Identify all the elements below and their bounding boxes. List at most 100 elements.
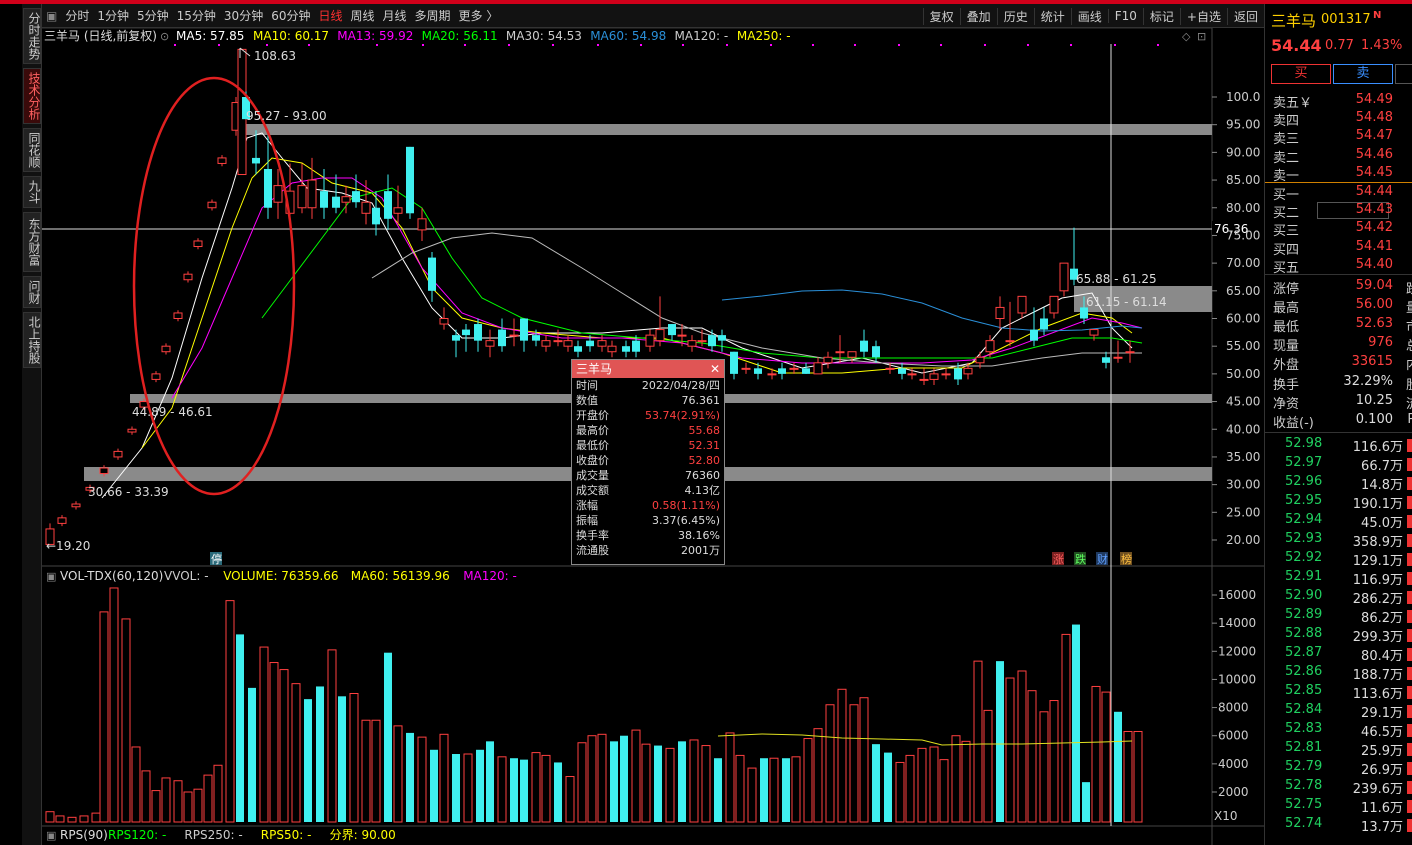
popup-row-value: 3.37(6.45%) bbox=[651, 514, 720, 527]
candle-body bbox=[207, 201, 217, 209]
vtab-technical[interactable]: 技术分析 bbox=[23, 68, 41, 124]
ask-row-label: 卖一 bbox=[1273, 168, 1300, 184]
candle-body bbox=[406, 146, 414, 214]
candle-body bbox=[632, 340, 640, 352]
f10-button[interactable]: F10 bbox=[1107, 9, 1143, 23]
mark-rank[interactable]: 榜 bbox=[1121, 552, 1132, 566]
vol-tick-label: 6000 bbox=[1218, 729, 1249, 743]
stat-row-value: 976 bbox=[1368, 335, 1393, 350]
signal-dot bbox=[508, 44, 510, 46]
bid-row: 买三 54.42 bbox=[1271, 220, 1411, 239]
period-more[interactable]: 更多 〉 bbox=[455, 7, 503, 24]
adjust-button[interactable]: 复权 bbox=[922, 7, 960, 25]
period-daily[interactable]: 日线 bbox=[314, 7, 346, 24]
stat-row-label: 外盘 bbox=[1273, 358, 1300, 373]
toolbar-right-group: 复权 叠加 历史 统计 画线 F10 标记 +自选 返回 bbox=[922, 4, 1264, 28]
vol-tick-label: 16000 bbox=[1218, 588, 1256, 602]
vol-bar bbox=[269, 662, 279, 823]
buy-button[interactable]: 买 bbox=[1271, 64, 1331, 84]
ma-label: MA120: - bbox=[675, 29, 729, 43]
tick-bar bbox=[1407, 534, 1412, 547]
add-watchlist-button[interactable]: +自选 bbox=[1179, 7, 1227, 25]
close-icon[interactable]: ✕ bbox=[710, 360, 720, 378]
stats-button[interactable]: 统计 bbox=[1033, 7, 1071, 25]
vol-bar bbox=[67, 816, 77, 823]
stat2-row-extra: 股 bbox=[1406, 374, 1412, 393]
signal-dot bbox=[1070, 44, 1072, 46]
vtab-northbound[interactable]: 北上持股 bbox=[23, 312, 41, 368]
vol-bar bbox=[213, 764, 223, 823]
stock-name: 三羊马 bbox=[1271, 12, 1317, 30]
tick-row: 52.75 11.6万 bbox=[1279, 797, 1412, 816]
tick-price: 52.81 bbox=[1285, 740, 1323, 755]
period-1min[interactable]: 1分钟 bbox=[93, 7, 133, 24]
chart-options-icon[interactable]: ⊙ bbox=[160, 30, 169, 43]
vtab-eastmoney[interactable]: 东方财富 bbox=[23, 212, 41, 272]
new-stock-tag: N bbox=[1373, 10, 1382, 21]
period-15min[interactable]: 15分钟 bbox=[173, 7, 220, 24]
tick-price: 52.87 bbox=[1285, 645, 1323, 660]
tick-price: 52.88 bbox=[1285, 626, 1323, 641]
vol-bar bbox=[452, 754, 460, 822]
ask-row-value: 54.49 bbox=[1355, 92, 1393, 107]
stat2-row-value: 32.29% bbox=[1343, 374, 1393, 389]
vol-options-icon[interactable]: ▣ bbox=[46, 570, 56, 583]
vtab-tonghuashun[interactable]: 同花顺 bbox=[23, 128, 41, 172]
sell-button[interactable]: 卖 bbox=[1333, 64, 1393, 84]
info-popup[interactable]: 三羊马 ✕ 时间 2022/04/28/四 数值 76.361 开盘价 53.74(2.9… bbox=[571, 359, 725, 565]
vol-bar bbox=[279, 669, 289, 823]
vol-bar bbox=[895, 761, 905, 823]
candle-body bbox=[823, 356, 833, 364]
candle-body bbox=[1089, 329, 1099, 336]
period-30min[interactable]: 30分钟 bbox=[220, 7, 267, 24]
tick-volume: 190.1万 bbox=[1352, 497, 1403, 512]
vtab-wencai[interactable]: 问财 bbox=[23, 276, 41, 308]
tick-volume: 29.1万 bbox=[1361, 706, 1403, 721]
history-button[interactable]: 历史 bbox=[996, 7, 1034, 25]
toolbar-grip-icon[interactable]: ▣ bbox=[42, 9, 61, 23]
y-tick-label: 80.00 bbox=[1226, 201, 1260, 215]
tick-volume: 116.6万 bbox=[1352, 440, 1403, 455]
zone-band-top bbox=[243, 124, 1212, 135]
popup-row: 开盘价 53.74(2.91%) bbox=[572, 408, 724, 423]
candle-body bbox=[985, 340, 995, 353]
popup-row-value: 0.58(1.11%) bbox=[651, 499, 720, 512]
period-5min[interactable]: 5分钟 bbox=[133, 7, 173, 24]
vol-bar bbox=[813, 728, 823, 823]
mark-fin[interactable]: 财 bbox=[1097, 552, 1108, 566]
vol-bar bbox=[349, 693, 359, 823]
signal-dot bbox=[770, 44, 772, 46]
mark-down[interactable]: 跌 bbox=[1075, 552, 1086, 566]
diamond-icon[interactable]: ◇ bbox=[1182, 30, 1191, 43]
y-tick-label: 90.00 bbox=[1226, 145, 1260, 159]
vol-bar bbox=[620, 735, 628, 822]
vol-bar bbox=[905, 754, 915, 823]
vtab-timeshare[interactable]: 分时走势 bbox=[23, 8, 41, 64]
popup-row-value: 4.13亿 bbox=[684, 484, 721, 497]
vol-bar bbox=[1082, 782, 1090, 822]
stat-row: 外盘 33615 内 bbox=[1271, 354, 1412, 373]
back-button[interactable]: 返回 bbox=[1226, 7, 1264, 25]
period-60min[interactable]: 60分钟 bbox=[267, 7, 314, 24]
period-fenshi[interactable]: 分时 bbox=[61, 7, 93, 24]
mark-button[interactable]: 标记 bbox=[1142, 7, 1180, 25]
rps-options-icon[interactable]: ▣ bbox=[46, 829, 56, 842]
mark-up[interactable]: 涨 bbox=[1053, 553, 1064, 566]
period-multi[interactable]: 多周期 bbox=[411, 7, 455, 24]
signal-dot bbox=[376, 44, 378, 46]
tick-bar bbox=[1407, 572, 1412, 585]
ask-row: 卖三 54.47 bbox=[1271, 128, 1411, 147]
overlay-button[interactable]: 叠加 bbox=[959, 7, 997, 25]
candle-body bbox=[509, 334, 519, 337]
tick-row: 52.88 299.3万 bbox=[1279, 626, 1412, 645]
vtab-jiudou[interactable]: 九斗 bbox=[23, 176, 41, 208]
period-monthly[interactable]: 月线 bbox=[379, 7, 411, 24]
extra-button[interactable] bbox=[1395, 64, 1412, 84]
draw-button[interactable]: 画线 bbox=[1070, 7, 1108, 25]
y-tick-label: 60.00 bbox=[1226, 312, 1260, 326]
period-weekly[interactable]: 周线 bbox=[347, 7, 379, 24]
candle-body bbox=[1102, 357, 1110, 363]
candle-body bbox=[1049, 295, 1059, 314]
stat-row-label: 最低 bbox=[1273, 320, 1300, 335]
expand-icon[interactable]: ⊡ bbox=[1197, 30, 1206, 43]
